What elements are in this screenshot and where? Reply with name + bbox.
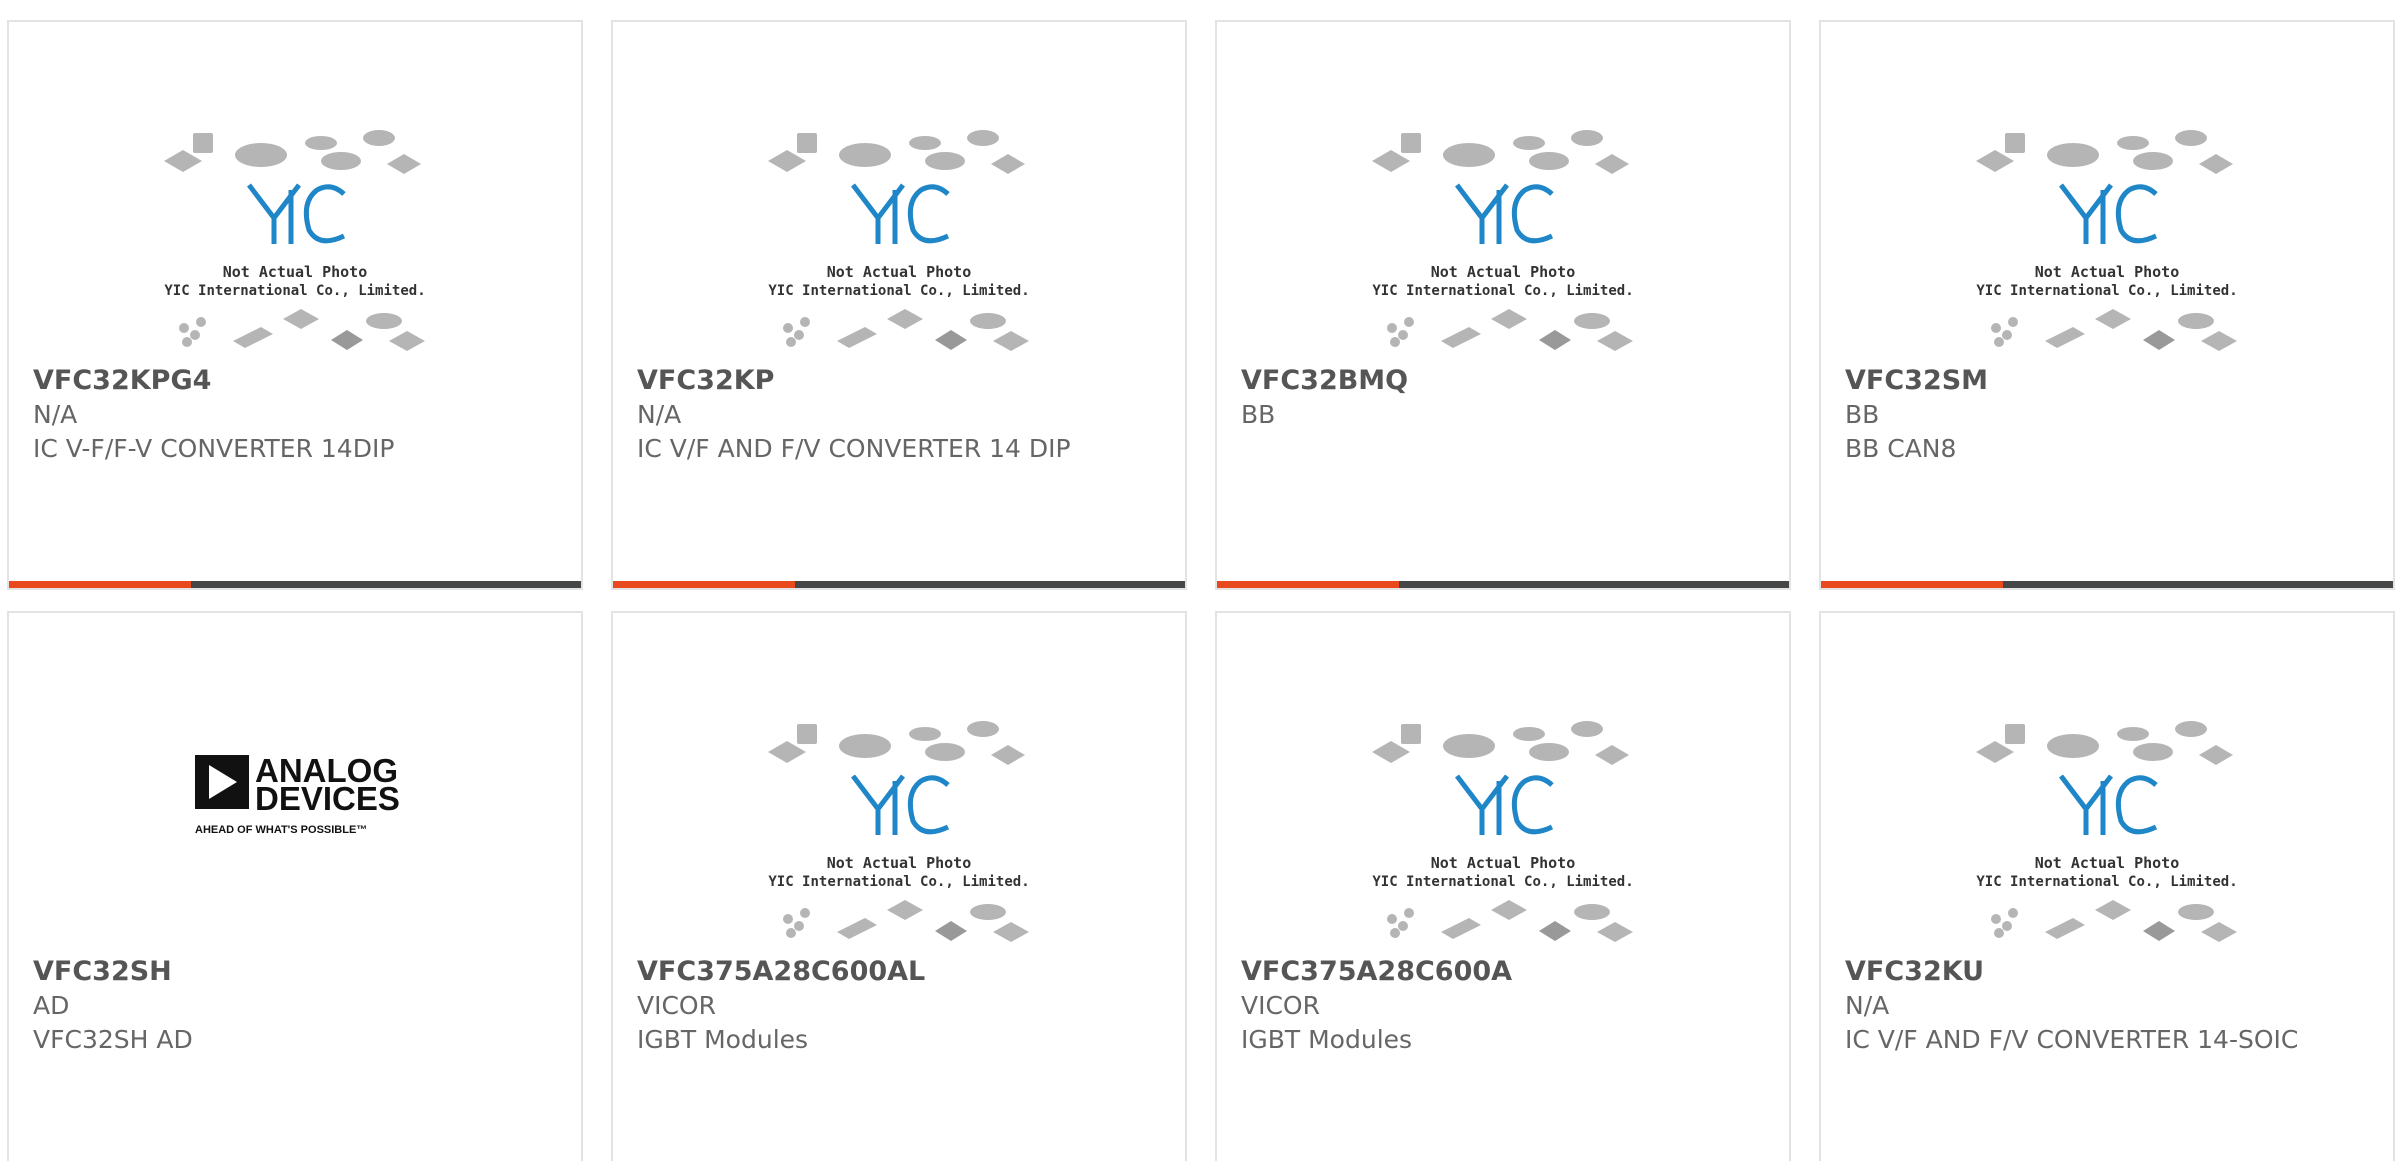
yic-logo-icon [2059,183,2158,244]
company-name-text: YIC International Co., Limited. [1372,283,1633,299]
not-actual-photo-text: Not Actual Photo [223,263,368,281]
card-bar-accent [1217,581,1399,588]
not-actual-photo-text: Not Actual Photo [2035,854,2180,872]
product-info: VFC32KU N/A IC V/F AND F/V CONVERTER 14-… [1845,955,2315,1057]
chip-icons-top [1372,130,1629,174]
description-text: IC V-F/F-V CONVERTER 14DIP [33,434,395,463]
part-number-link[interactable]: VFC32KP [637,364,1107,398]
product-card[interactable]: Not Actual Photo YIC International Co., … [611,20,1187,590]
product-image-placeholder: Not Actual Photo YIC International Co., … [1976,721,2238,942]
chip-icons-top [768,130,1025,174]
product-image-placeholder: Not Actual Photo YIC International Co., … [1372,721,1634,942]
yic-logo-icon [247,183,346,244]
product-grid: Not Actual Photo YIC International Co., … [7,20,2400,1161]
yic-logo-icon [851,774,950,835]
company-name-text: YIC International Co., Limited. [1976,283,2237,299]
brand-word-2: DEVICES [255,780,400,817]
product-card[interactable]: ANALOG DEVICES AHEAD OF WHAT'S POSSIBLE™… [7,611,583,1161]
product-image-placeholder: Not Actual Photo YIC International Co., … [1372,130,1634,351]
chip-icons-top [164,130,421,174]
product-card[interactable]: Not Actual Photo YIC International Co., … [611,611,1187,1161]
manufacturer-text: N/A [33,400,78,429]
yic-logo-icon [851,183,950,244]
part-number-link[interactable]: VFC375A28C600AL [637,955,1107,989]
product-card[interactable]: Not Actual Photo YIC International Co., … [1215,20,1791,590]
manufacturer-text: VICOR [637,991,716,1020]
yic-logo-icon [1455,774,1554,835]
brand-tagline: AHEAD OF WHAT'S POSSIBLE™ [195,824,367,836]
yic-logo-icon [1455,183,1554,244]
chip-icons-top [1976,130,2233,174]
product-card[interactable]: Not Actual Photo YIC International Co., … [1819,20,2395,590]
not-actual-photo-text: Not Actual Photo [827,854,972,872]
company-name-text: YIC International Co., Limited. [1976,874,2237,890]
chip-icons-top [768,721,1025,765]
manufacturer-text: VICOR [1241,991,1320,1020]
chip-icons-bottom [1387,900,1633,942]
product-card[interactable]: Not Actual Photo YIC International Co., … [1819,611,2395,1161]
not-actual-photo-text: Not Actual Photo [827,263,972,281]
company-name-text: YIC International Co., Limited. [768,874,1029,890]
product-info: VFC32BMQ BB [1241,364,1711,432]
not-actual-photo-text: Not Actual Photo [2035,263,2180,281]
product-image-placeholder: Not Actual Photo YIC International Co., … [768,721,1030,942]
description-text: BB CAN8 [1845,434,1957,463]
manufacturer-text: BB [1845,400,1880,429]
chip-icons-top [1372,721,1629,765]
description-text: VFC32SH AD [33,1025,193,1054]
manufacturer-text: AD [33,991,70,1020]
part-number-link[interactable]: VFC375A28C600A [1241,955,1711,989]
card-bar-accent [9,581,191,588]
card-bottom-bar [1821,581,2393,588]
manufacturer-text: BB [1241,400,1276,429]
product-info: VFC32KPG4 N/A IC V-F/F-V CONVERTER 14DIP [33,364,503,466]
analog-devices-logo-icon: ANALOG DEVICES AHEAD OF WHAT'S POSSIBLE™ [195,752,400,836]
chip-icons-bottom [783,900,1029,942]
product-image-placeholder: Not Actual Photo YIC International Co., … [1976,130,2238,351]
chip-icons-bottom [1387,309,1633,351]
chip-icons-bottom [783,309,1029,351]
card-bottom-bar [1217,581,1789,588]
part-number-link[interactable]: VFC32KPG4 [33,364,503,398]
description-text: IGBT Modules [1241,1025,1413,1054]
chip-icons-top [1976,721,2233,765]
product-info: VFC32SM BB BB CAN8 [1845,364,2315,466]
product-info: VFC375A28C600A VICOR IGBT Modules [1241,955,1711,1057]
product-image-placeholder: Not Actual Photo YIC International Co., … [164,130,426,351]
product-info: VFC375A28C600AL VICOR IGBT Modules [637,955,1107,1057]
not-actual-photo-text: Not Actual Photo [1431,854,1576,872]
product-card[interactable]: Not Actual Photo YIC International Co., … [7,20,583,590]
product-card[interactable]: Not Actual Photo YIC International Co., … [1215,611,1791,1161]
description-text: IC V/F AND F/V CONVERTER 14 DIP [637,434,1071,463]
company-name-text: YIC International Co., Limited. [768,283,1029,299]
chip-icons-bottom [1991,900,2237,942]
company-name-text: YIC International Co., Limited. [164,283,425,299]
card-bar-accent [1821,581,2003,588]
part-number-link[interactable]: VFC32BMQ [1241,364,1711,398]
not-actual-photo-text: Not Actual Photo [1431,263,1576,281]
chip-icons-bottom [1991,309,2237,351]
card-bottom-bar [613,581,1185,588]
product-info: VFC32SH AD VFC32SH AD [33,955,503,1057]
description-text: IGBT Modules [637,1025,809,1054]
yic-logo-icon [2059,774,2158,835]
description-text: IC V/F AND F/V CONVERTER 14-SOIC [1845,1025,2299,1054]
part-number-link[interactable]: VFC32SH [33,955,503,989]
part-number-link[interactable]: VFC32KU [1845,955,2315,989]
card-bar-accent [613,581,795,588]
manufacturer-text: N/A [1845,991,1890,1020]
manufacturer-text: N/A [637,400,682,429]
card-bottom-bar [9,581,581,588]
chip-icons-bottom [179,309,425,351]
product-image-placeholder: Not Actual Photo YIC International Co., … [768,130,1030,351]
part-number-link[interactable]: VFC32SM [1845,364,2315,398]
product-info: VFC32KP N/A IC V/F AND F/V CONVERTER 14 … [637,364,1107,466]
company-name-text: YIC International Co., Limited. [1372,874,1633,890]
